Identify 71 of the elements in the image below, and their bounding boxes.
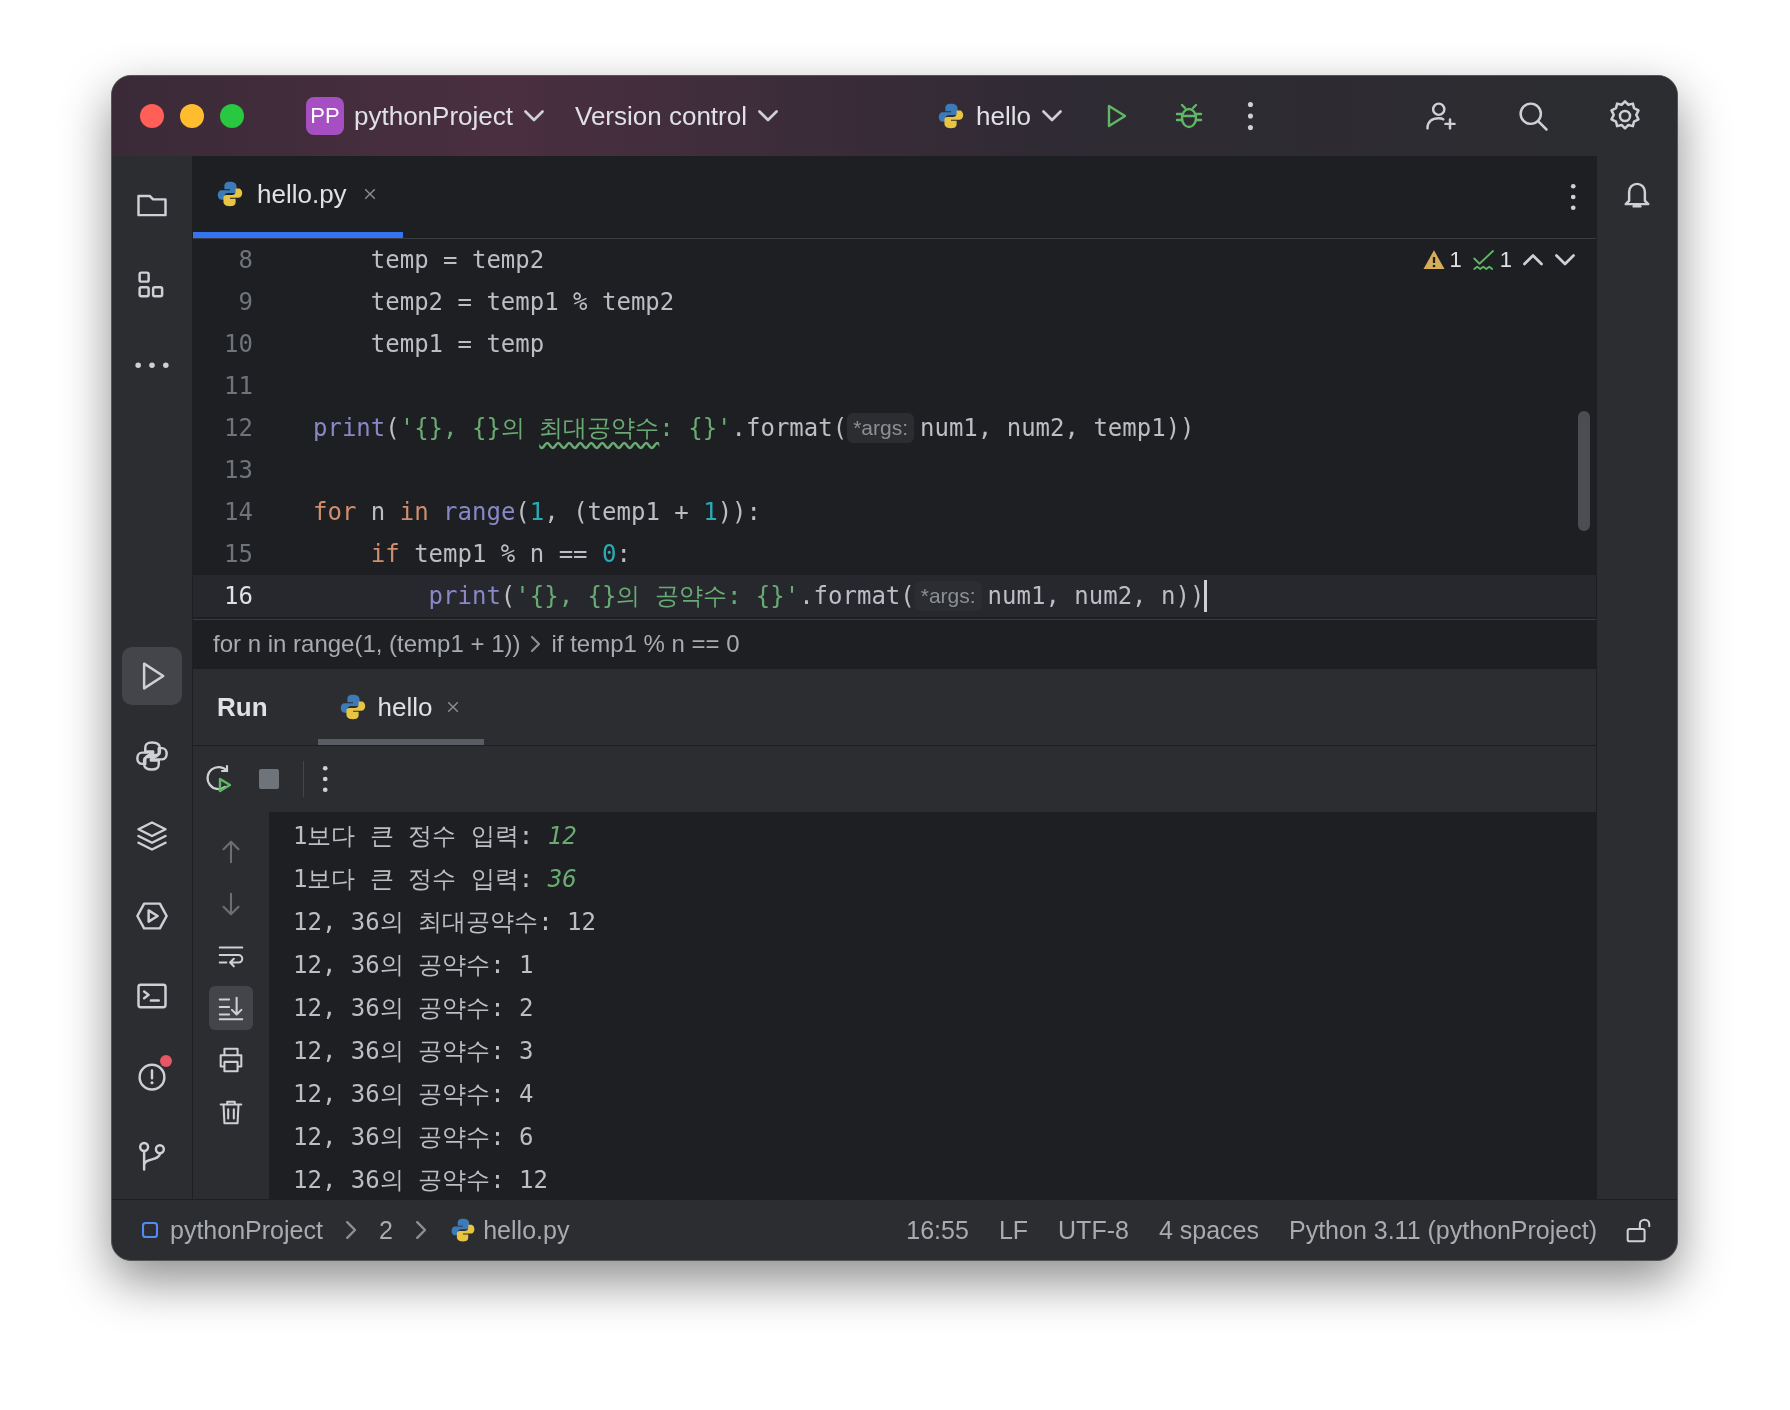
status-item[interactable]: UTF-8 <box>1054 1215 1133 1245</box>
line-number: 11 <box>223 372 253 400</box>
chevron-right-icon <box>415 1220 428 1240</box>
line-number: 15 <box>223 540 253 568</box>
typo-count[interactable]: 1 <box>1499 247 1512 273</box>
code-line: print('{}, {}의 공약수: {}'.format( *args: num1, num2, n)) <box>313 580 1208 612</box>
panel-title: Run <box>217 690 268 724</box>
path-item[interactable]: 2 <box>379 1215 393 1245</box>
text-caret <box>1204 580 1208 612</box>
alert-dot <box>160 1055 172 1067</box>
code-line: for n in range(1, (temp1 + 1)): <box>313 498 761 526</box>
parameter-hint: *args: <box>847 413 914 443</box>
chevron-down-icon <box>523 109 545 123</box>
path-item[interactable]: pythonProject <box>136 1215 323 1245</box>
code-line: print('{}, {}의 최대공약수: {}'.format( *args: num1, num2, temp1)) <box>313 412 1195 444</box>
parameter-hint: *args: <box>914 581 982 611</box>
close-window-button[interactable] <box>140 104 164 128</box>
warning-count[interactable]: 1 <box>1449 247 1462 273</box>
more-icon[interactable] <box>1569 183 1576 211</box>
code-line: temp = temp2 <box>369 246 545 274</box>
editor-tab[interactable]: hello.py <box>193 156 403 238</box>
path-item[interactable]: hello.py <box>449 1215 570 1245</box>
status-item[interactable]: 16:55 <box>902 1215 973 1245</box>
project-badge: PP <box>306 97 344 135</box>
typo-check-icon[interactable] <box>1471 248 1496 272</box>
previous-highlight-icon[interactable] <box>1522 253 1544 267</box>
line-number: 14 <box>223 498 253 526</box>
scroll-to-end-button[interactable] <box>209 986 253 1030</box>
status-item[interactable]: Python 3.11 (pythonProject) <box>1284 1215 1601 1245</box>
line-number: 9 <box>237 288 253 316</box>
breadcrumb[interactable]: for n in range(1, (temp1 + 1)) <box>213 630 521 658</box>
python-icon <box>215 179 245 209</box>
line-number: 13 <box>223 456 253 484</box>
console-line: 12, 36의 공약수: 6 <box>293 1121 535 1153</box>
console-line: 1보다 큰 정수 입력: 12 <box>293 820 578 852</box>
more-icon[interactable] <box>322 765 329 793</box>
more-icon <box>134 360 170 370</box>
scrollbar-thumb[interactable] <box>1578 411 1590 531</box>
run-tab[interactable]: hello <box>317 669 485 745</box>
project-menu[interactable]: PP pythonProject <box>298 93 553 139</box>
chevron-down-icon <box>1041 109 1063 123</box>
console-line: 12, 36의 최대공약수: 12 <box>293 906 597 938</box>
more-icon[interactable] <box>1247 101 1254 131</box>
warning-icon[interactable] <box>1421 248 1446 272</box>
line-number: 10 <box>223 330 253 358</box>
console-line: 1보다 큰 정수 입력: 36 <box>293 863 578 895</box>
console-line: 12, 36의 공약수: 3 <box>293 1035 535 1067</box>
line-number: 16 <box>223 582 253 610</box>
console-line: 12, 36의 공약수: 1 <box>293 949 535 981</box>
console-line: 12, 36의 공약수: 2 <box>293 992 535 1024</box>
chevron-down-icon <box>756 109 779 123</box>
layers-icon <box>134 818 170 854</box>
breadcrumb[interactable]: if temp1 % n == 0 <box>551 630 740 658</box>
code-line: temp1 = temp <box>369 330 545 358</box>
python-icon <box>134 738 170 774</box>
status-item[interactable]: LF <box>994 1215 1033 1245</box>
tool-window-button[interactable] <box>122 647 182 705</box>
chevron-right-icon <box>344 1220 358 1240</box>
console-line: 12, 36의 공약수: 12 <box>293 1164 549 1196</box>
line-number: 8 <box>237 246 253 274</box>
minimize-window-button[interactable] <box>180 104 204 128</box>
next-highlight-icon[interactable] <box>1554 253 1576 267</box>
code-line: temp2 = temp1 % temp2 <box>369 288 675 316</box>
vcs-menu[interactable]: Version control <box>567 96 787 136</box>
line-number: 12 <box>223 414 253 442</box>
chevron-right-icon <box>530 635 542 653</box>
status-item[interactable]: 4 spaces <box>1154 1215 1263 1245</box>
run-config-menu[interactable]: hello <box>928 96 1071 136</box>
console-line: 12, 36의 공약수: 4 <box>293 1078 535 1110</box>
zoom-window-button[interactable] <box>220 104 244 128</box>
code-line: if temp1 % n == 0: <box>369 540 631 568</box>
